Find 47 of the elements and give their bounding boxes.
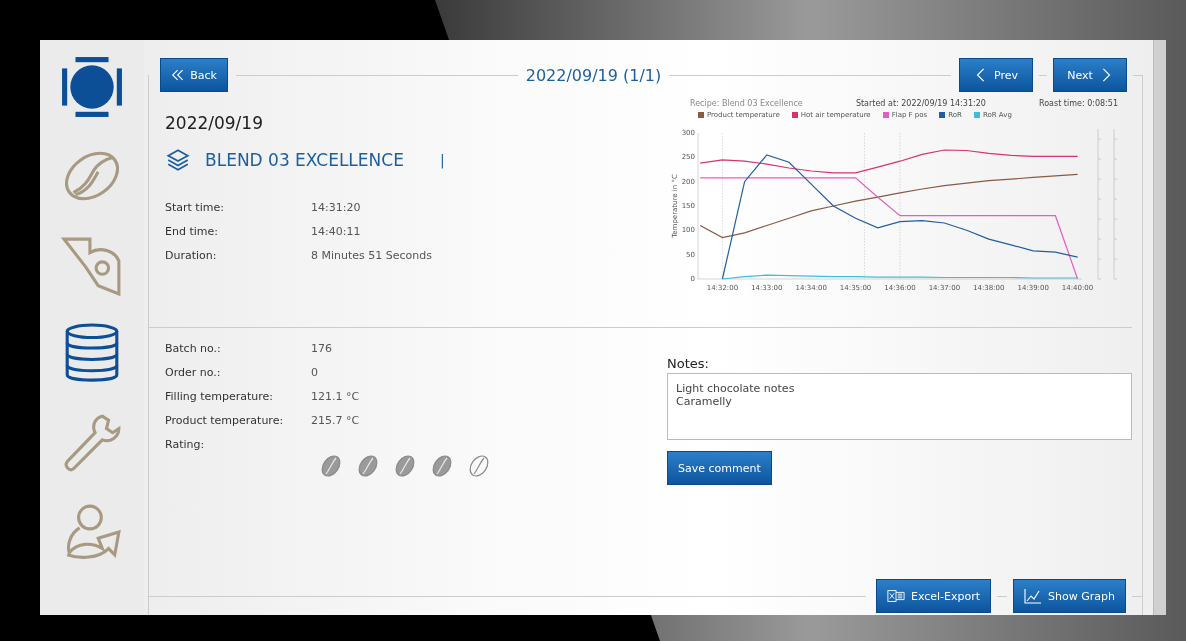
prev-button[interactable]: Prev <box>959 58 1033 92</box>
roast-time: Roast time: 0:08:51 <box>1039 99 1118 108</box>
roast-date: 2022/09/19 <box>165 113 264 133</box>
excel-export-button[interactable]: Excel-Export <box>875 579 992 613</box>
notes-field[interactable]: Light chocolate notes Caramelly <box>667 373 1132 440</box>
coffee-bean-icon[interactable] <box>393 454 417 478</box>
rating-beans[interactable] <box>319 454 491 478</box>
field-label: End time: <box>165 224 219 238</box>
spreadsheet-icon <box>886 588 905 604</box>
field-label: Order no.: <box>165 365 222 379</box>
coffee-bean-icon[interactable] <box>430 454 454 478</box>
logo-icon <box>61 56 123 118</box>
field-label: Rating: <box>165 437 206 451</box>
field-label: Product temperature: <box>165 413 285 427</box>
field-label: Filling temperature: <box>165 389 275 403</box>
field-value: 215.7 °C <box>311 413 360 427</box>
field-value: 176 <box>311 341 332 355</box>
legend-swatch <box>791 112 798 118</box>
recipe-name: BLEND 03 EXCELLENCE <box>205 150 404 170</box>
text-cursor: | <box>439 152 445 168</box>
field-label: Duration: <box>165 248 218 262</box>
field-label: Batch no.: <box>165 341 222 355</box>
field-label: Start time: <box>165 200 225 214</box>
chart-recipe: Recipe: Blend 03 Excellence <box>690 99 803 108</box>
notes-label: Notes: <box>667 356 710 371</box>
scrollbar[interactable] <box>1153 40 1166 615</box>
line-graph-icon <box>1024 588 1043 604</box>
coffee-bean-icon[interactable] <box>356 454 380 478</box>
show-graph-button[interactable]: Show Graph <box>1013 579 1126 613</box>
chart-start-time: Started at: 2022/09/19 14:31:20 <box>855 99 986 108</box>
field-value: 14:40:11 <box>311 224 361 238</box>
legend-swatch <box>973 112 980 118</box>
back-button[interactable]: Back <box>160 58 228 92</box>
field-value: 8 Minutes 51 Seconds <box>311 248 432 262</box>
double-chevron-left-icon <box>171 68 185 82</box>
next-button[interactable]: Next <box>1053 58 1127 92</box>
page-title: 2022/09/19 (1/1) <box>525 65 662 85</box>
legend-swatch <box>698 112 704 118</box>
save-comment-button[interactable]: Save comment <box>667 451 772 485</box>
field-value: 0 <box>311 365 318 379</box>
layers-icon <box>165 147 191 173</box>
coffee-bean-icon[interactable] <box>319 454 343 478</box>
field-value: 121.1 °C <box>311 389 360 403</box>
legend-swatch <box>882 112 889 118</box>
legend-swatch <box>939 112 946 118</box>
field-value: 14:31:20 <box>311 200 361 214</box>
coffee-bean-icon[interactable] <box>467 454 491 478</box>
